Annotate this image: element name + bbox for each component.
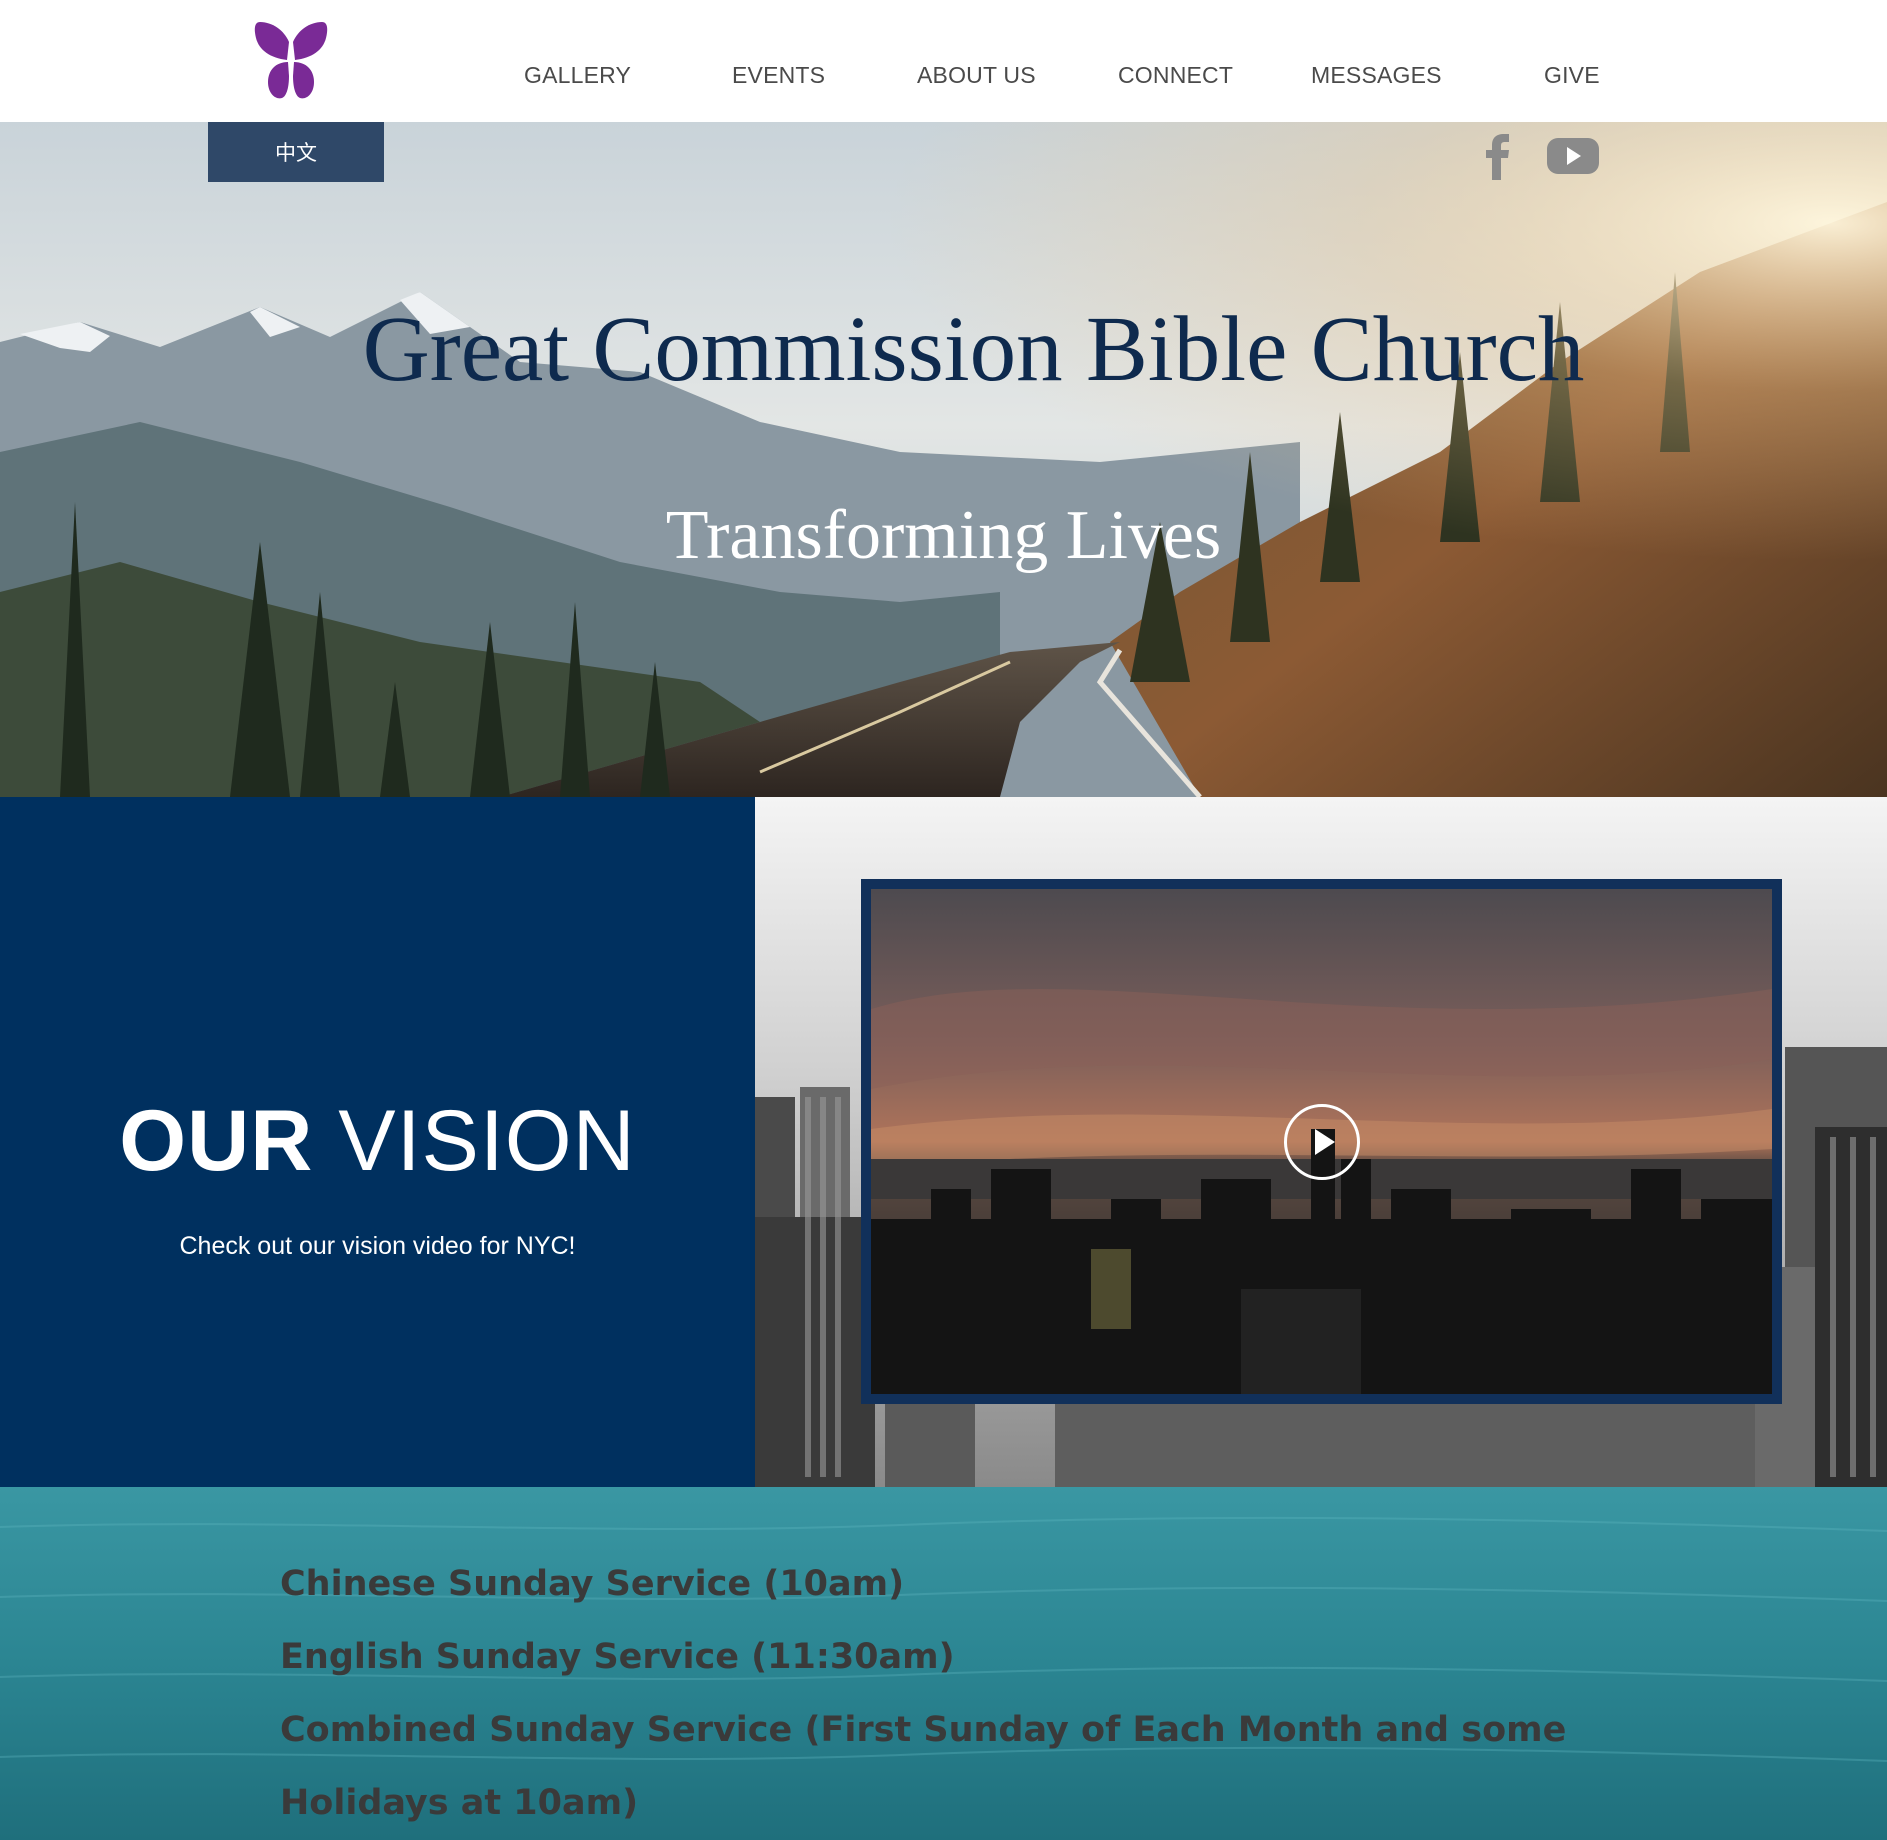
facebook-icon[interactable] [1480,130,1516,182]
hero-section [0,122,1887,797]
hero-subtitle: Transforming Lives [665,497,1222,574]
nav-give[interactable]: GIVE [1544,62,1600,89]
nav-events[interactable]: EVENTS [732,62,825,89]
vision-heading-bold: OUR [119,1093,314,1189]
nav-about-us[interactable]: ABOUT US [917,62,1036,89]
language-toggle-button[interactable]: 中文 [208,122,384,182]
nav-gallery[interactable]: GALLERY [524,62,631,89]
play-icon[interactable] [1284,1104,1360,1180]
youtube-icon[interactable] [1546,130,1600,182]
service-combined: Combined Sunday Service (First Sunday of… [280,1710,1567,1823]
hero-title: Great Commission Bible Church [362,298,1585,401]
butterfly-icon[interactable] [254,20,328,100]
hero-mountain-road-image [0,122,1887,797]
play-triangle [1315,1129,1335,1155]
nav-connect[interactable]: CONNECT [1118,62,1233,89]
vision-heading: OUR VISION [0,1092,755,1191]
service-english: English Sunday Service (11:30am) [280,1637,955,1677]
nav-messages[interactable]: MESSAGES [1311,62,1442,89]
service-times-list: Chinese Sunday Service (10am) English Su… [280,1548,1640,1840]
service-chinese: Chinese Sunday Service (10am) [280,1564,905,1604]
main-nav: GALLERY EVENTS ABOUT US CONNECT MESSAGES… [480,48,1640,104]
vision-heading-light: VISION [338,1093,636,1189]
site-header: GALLERY EVENTS ABOUT US CONNECT MESSAGES… [0,0,1887,122]
vision-description: Check out our vision video for NYC! [179,1232,576,1260]
